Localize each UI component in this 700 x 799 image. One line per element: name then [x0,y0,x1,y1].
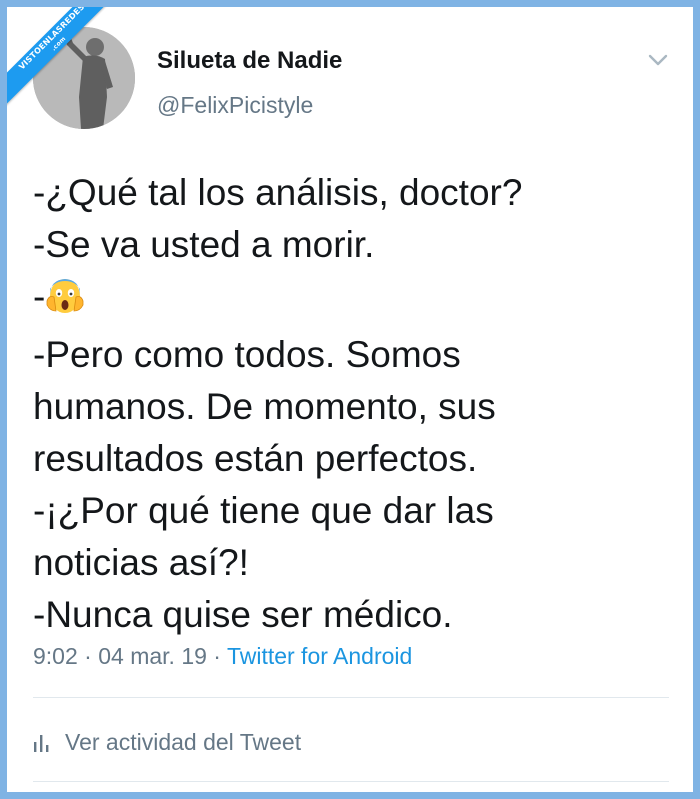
tweet-source-link[interactable]: Twitter for Android [227,643,412,669]
tweet-time[interactable]: 9:02 [33,643,78,669]
tweet-line: humanos. De momento, sus [33,386,496,427]
tweet-line: noticias así?! [33,542,249,583]
tweet-line: -¡¿Por qué tiene que dar las [33,490,494,531]
tweet-activity-label: Ver actividad del Tweet [65,729,302,755]
tweet-text: -¿Qué tal los análisis, doctor? -Se va u… [33,167,673,641]
tweet-line: -Nunca quise ser médico. [33,594,453,635]
tweet-line: -¿Qué tal los análisis, doctor? [33,172,523,213]
meta-separator: · [77,643,99,669]
tweet-line-emoji: - [33,271,673,329]
meta-separator: · [206,643,227,669]
tweet-date[interactable]: 04 mar. 19 [98,643,207,669]
tweet-line-prefix: - [33,276,46,317]
divider [33,697,669,698]
tweet-line: -Pero como todos. Somos [33,334,461,375]
display-name[interactable]: Silueta de Nadie [157,47,342,75]
tweet-line: -Se va usted a morir. [33,224,375,265]
face-screaming-in-fear-icon [45,275,85,329]
user-handle[interactable]: @FelixPicistyle [157,92,313,119]
tweet-card: VISTOENLASREDES .com Silueta de Nadie @F… [7,7,693,792]
tweet-metadata: 9:02 · 04 mar. 19 · Twitter for Android [33,643,412,670]
chevron-down-icon[interactable] [645,47,671,73]
bar-chart-icon [34,734,49,752]
tweet-activity-button[interactable]: Ver actividad del Tweet [33,729,301,756]
divider [33,781,669,782]
tweet-line: resultados están perfectos. [33,438,478,479]
